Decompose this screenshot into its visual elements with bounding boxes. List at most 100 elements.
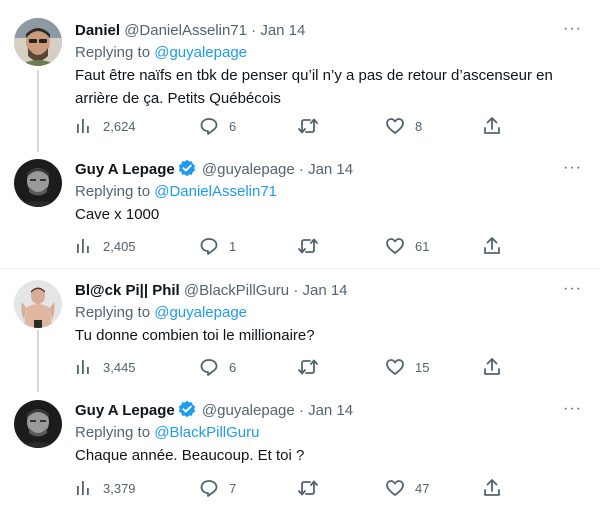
views-icon <box>77 239 89 253</box>
heart-icon <box>386 238 404 254</box>
tweet-daniel[interactable]: Daniel @DanielAsselin71 · Jan 14 ··· Rep… <box>0 18 600 146</box>
tweet-blackpillguru[interactable]: Bl@ck Pi|| Phil @BlackPillGuru · Jan 14 … <box>0 280 600 376</box>
replying-to-link[interactable]: @DanielAsselin71 <box>154 183 277 200</box>
replying-to: Replying to @DanielAsselin71 <box>75 181 277 203</box>
views-button[interactable]: 3,379 <box>75 476 136 500</box>
reply-icon <box>200 480 218 497</box>
tweet-guy-lepage-reply[interactable]: Guy A Lepage @guyalepage · Jan 14 ··· Re… <box>0 400 600 500</box>
reply-count: 6 <box>229 118 237 134</box>
share-icon <box>484 117 500 134</box>
reply-icon <box>200 238 218 255</box>
author-name[interactable]: Guy A Lepage <box>75 161 175 178</box>
retweet-button[interactable] <box>297 355 329 379</box>
tweet-actions: 2,405 1 61 <box>75 234 505 258</box>
views-button[interactable]: 3,445 <box>75 355 136 379</box>
views-icon <box>77 119 89 133</box>
share-icon <box>484 358 500 375</box>
more-options-button[interactable]: ··· <box>563 20 582 38</box>
verified-badge-icon <box>178 400 195 418</box>
reply-button[interactable]: 7 <box>199 476 236 500</box>
views-count: 3,445 <box>103 359 136 375</box>
retweet-button[interactable] <box>297 476 329 500</box>
reply-count: 1 <box>229 238 237 254</box>
reply-count: 6 <box>229 359 237 375</box>
like-count: 61 <box>415 238 430 254</box>
replying-to: Replying to @BlackPillGuru <box>75 422 259 444</box>
retweet-button[interactable] <box>297 114 329 138</box>
replying-to-label: Replying to <box>75 183 151 200</box>
views-count: 2,405 <box>103 238 136 254</box>
share-button[interactable] <box>483 114 501 138</box>
tweet-header: Guy A Lepage @guyalepage · Jan 14 <box>75 159 353 181</box>
author-handle[interactable]: @DanielAsselin71 <box>124 22 247 39</box>
replying-to-label: Replying to <box>75 304 151 321</box>
replying-to-label: Replying to <box>75 424 151 441</box>
author-handle[interactable]: @guyalepage <box>202 161 295 178</box>
replying-to-link[interactable]: @BlackPillGuru <box>154 424 259 441</box>
avatar[interactable] <box>14 400 62 448</box>
verified-badge-icon <box>178 159 195 177</box>
avatar[interactable] <box>14 280 62 328</box>
retweet-icon <box>298 238 318 254</box>
tweet-text: Tu donne combien toi le millionaire? <box>75 327 315 344</box>
more-options-button[interactable]: ··· <box>563 159 582 177</box>
tweet-text: Faut être naïfs en tbk de penser qu’il n… <box>75 67 553 107</box>
reply-count: 7 <box>229 480 237 496</box>
share-button[interactable] <box>483 355 501 379</box>
tweet-header: Daniel @DanielAsselin71 · Jan 14 <box>75 20 305 42</box>
replying-to-link[interactable]: @guyalepage <box>154 44 247 61</box>
avatar[interactable] <box>14 18 62 66</box>
tweet-text: Chaque année. Beaucoup. Et toi ? <box>75 447 305 464</box>
divider <box>0 268 600 269</box>
author-name[interactable]: Guy A Lepage <box>75 402 175 419</box>
views-count: 3,379 <box>103 480 136 496</box>
like-count: 15 <box>415 359 430 375</box>
replying-to-link[interactable]: @guyalepage <box>154 304 247 321</box>
reply-button[interactable]: 6 <box>199 355 236 379</box>
tweet-actions: 2,624 6 8 <box>75 114 505 138</box>
author-handle[interactable]: @guyalepage <box>202 402 295 419</box>
like-button[interactable]: 61 <box>385 234 429 258</box>
like-button[interactable]: 47 <box>385 476 429 500</box>
replying-to-label: Replying to <box>75 44 151 61</box>
views-button[interactable]: 2,405 <box>75 234 136 258</box>
author-name[interactable]: Daniel <box>75 22 120 39</box>
author-name[interactable]: Bl@ck Pi|| Phil <box>75 282 180 299</box>
reply-button[interactable]: 1 <box>199 234 236 258</box>
retweet-icon <box>298 359 318 375</box>
views-icon <box>77 360 89 374</box>
avatar[interactable] <box>14 159 62 207</box>
replying-to: Replying to @guyalepage <box>75 42 247 64</box>
replying-to: Replying to @guyalepage <box>75 302 247 324</box>
tweet-header: Bl@ck Pi|| Phil @BlackPillGuru · Jan 14 <box>75 280 348 302</box>
author-handle[interactable]: @BlackPillGuru <box>184 282 289 299</box>
tweet-date[interactable]: · Jan 14 <box>293 282 347 299</box>
share-button[interactable] <box>483 476 501 500</box>
tweet-date[interactable]: · Jan 14 <box>251 22 305 39</box>
views-count: 2,624 <box>103 118 136 134</box>
like-button[interactable]: 15 <box>385 355 429 379</box>
retweet-icon <box>298 480 318 496</box>
views-icon <box>77 481 89 495</box>
views-button[interactable]: 2,624 <box>75 114 136 138</box>
retweet-icon <box>298 118 318 134</box>
like-button[interactable]: 8 <box>385 114 422 138</box>
more-options-button[interactable]: ··· <box>563 280 582 298</box>
heart-icon <box>386 359 404 375</box>
heart-icon <box>386 118 404 134</box>
reply-button[interactable]: 6 <box>199 114 236 138</box>
like-count: 47 <box>415 480 430 496</box>
tweet-date[interactable]: · Jan 14 <box>299 161 353 178</box>
like-count: 8 <box>415 118 423 134</box>
share-icon <box>484 479 500 496</box>
tweet-date[interactable]: · Jan 14 <box>299 402 353 419</box>
tweet-text: Cave x 1000 <box>75 206 160 223</box>
more-options-button[interactable]: ··· <box>563 400 582 418</box>
retweet-button[interactable] <box>297 234 329 258</box>
share-button[interactable] <box>483 234 501 258</box>
reply-icon <box>200 118 218 135</box>
tweet-actions: 3,445 6 15 <box>75 355 505 379</box>
tweet-header: Guy A Lepage @guyalepage · Jan 14 <box>75 400 353 422</box>
tweet-actions: 3,379 7 47 <box>75 476 505 500</box>
tweet-guy-lepage[interactable]: Guy A Lepage @guyalepage · Jan 14 ··· Re… <box>0 159 600 255</box>
